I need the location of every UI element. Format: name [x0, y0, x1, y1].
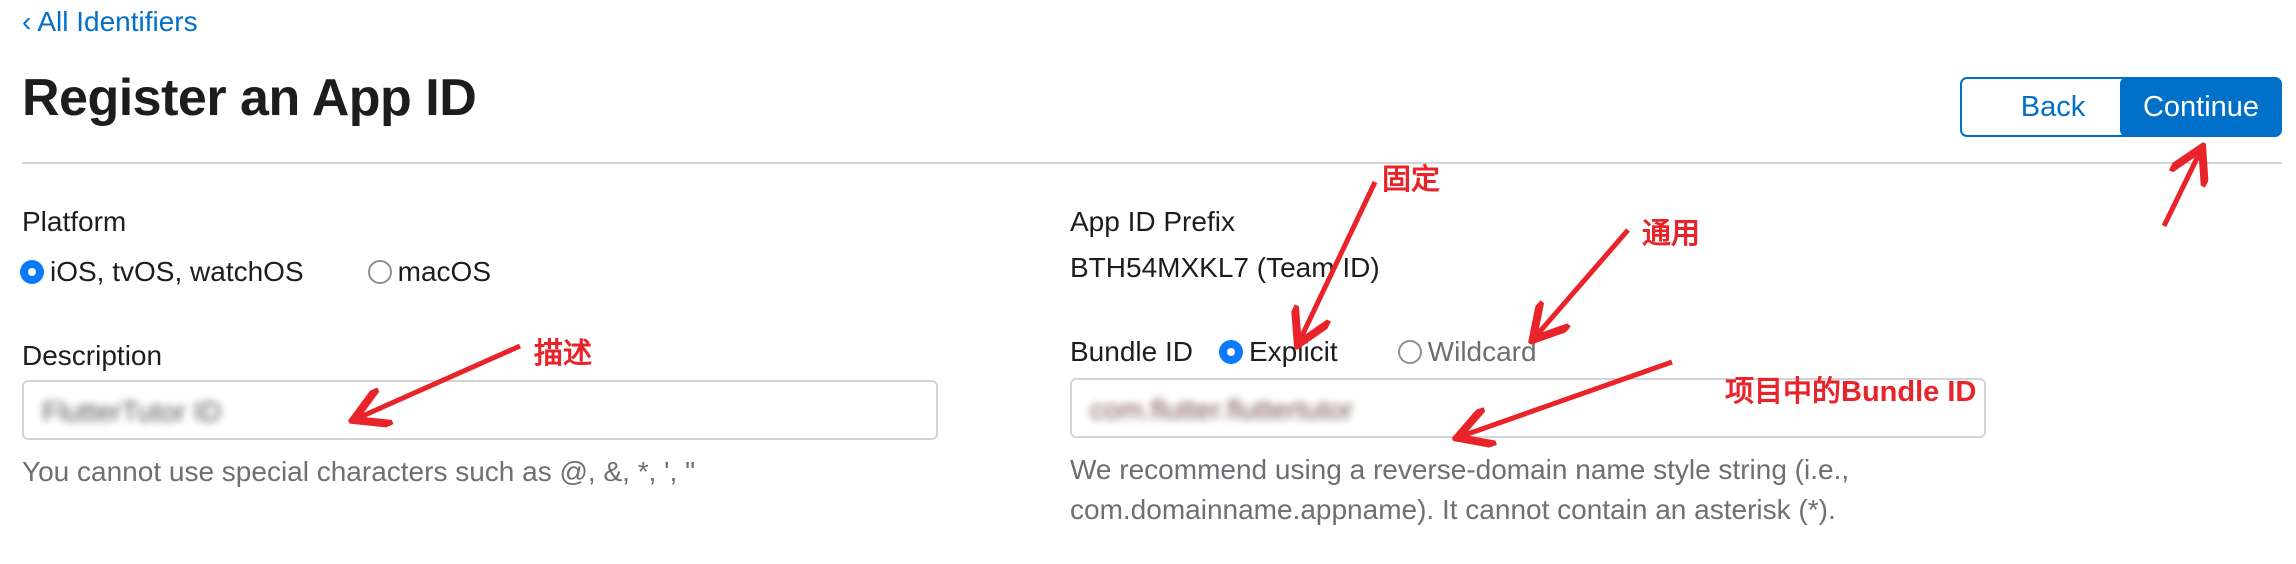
arrow-to-description — [358, 343, 522, 418]
arrow-to-wildcard — [1536, 228, 1630, 336]
arrow-to-bundle-id-input — [1462, 359, 1673, 436]
arrow-to-continue — [2161, 152, 2200, 228]
annotation-arrows — [0, 0, 2296, 564]
arrow-to-explicit — [1300, 180, 1378, 340]
